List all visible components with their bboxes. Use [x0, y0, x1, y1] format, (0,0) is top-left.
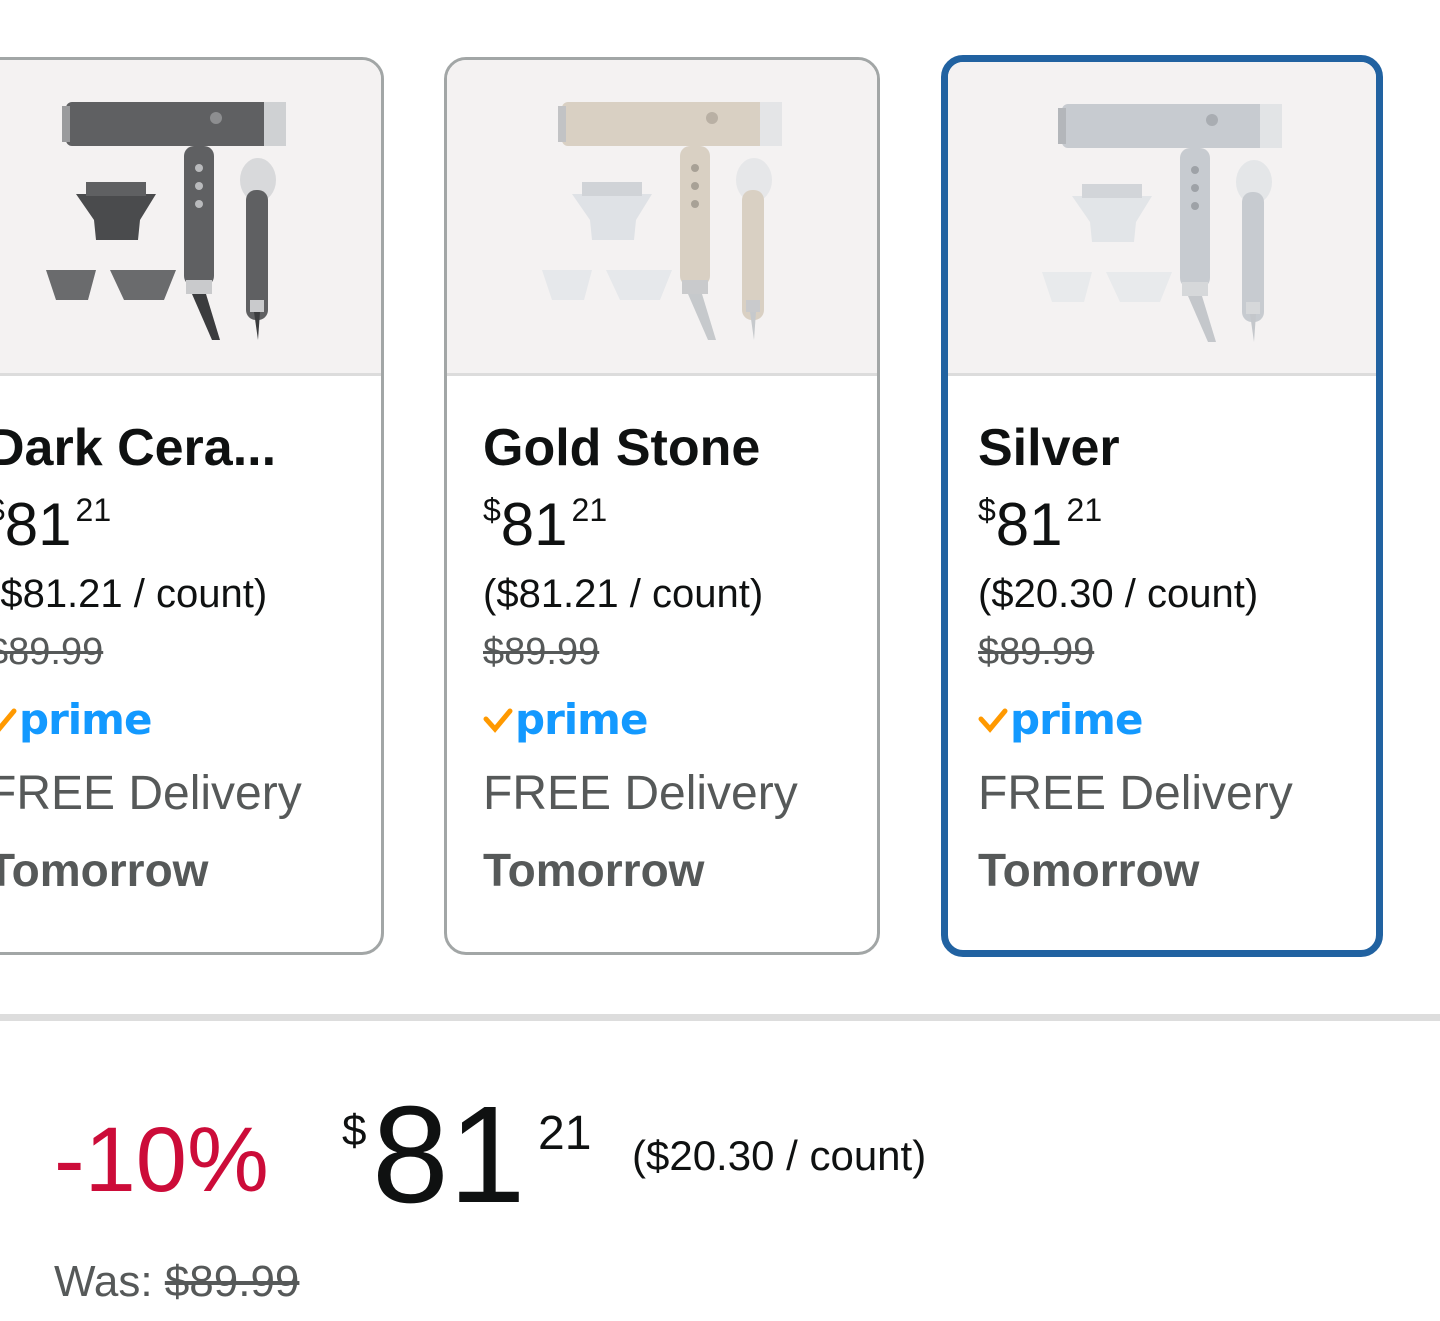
price-symbol: $ — [483, 492, 501, 528]
price-whole: 81 — [4, 491, 72, 558]
price-symbol: $ — [978, 492, 996, 528]
variant-card-dark-ceramic[interactable]: Dark Cera... $8121 ($81.21 / count) $89.… — [0, 57, 384, 955]
section-divider — [0, 1014, 1440, 1021]
prime-badge: prime — [978, 696, 1376, 744]
was-price-line: Was: $89.99 — [54, 1252, 299, 1312]
delivery-when: Tomorrow — [483, 844, 705, 896]
discount-percent: -10% — [54, 1109, 269, 1211]
unit-price: ($20.30 / count) — [978, 572, 1259, 616]
unit-price: ($81.21 / count) — [0, 572, 268, 616]
variant-name: Silver — [978, 419, 1120, 477]
main-unit-price: ($20.30 / count) — [632, 1132, 927, 1179]
was-price: $89.99 — [164, 1257, 300, 1306]
variant-pricing-view: Dark Cera... $8121 ($81.21 / count) $89.… — [0, 0, 1440, 1321]
prime-label: prime — [1010, 695, 1143, 744]
delivery-when: Tomorrow — [978, 844, 1200, 896]
prime-check-icon — [0, 708, 17, 732]
product-image — [0, 60, 381, 376]
delivery-text: FREE Delivery — [483, 767, 798, 820]
delivery-when: Tomorrow — [0, 844, 209, 896]
price-whole: 81 — [995, 491, 1063, 558]
variant-name: Dark Cera... — [0, 419, 277, 477]
unit-price: ($81.21 / count) — [483, 572, 764, 616]
prime-badge: prime — [0, 696, 381, 744]
delivery-text: FREE Delivery — [978, 767, 1293, 820]
variant-price: $8121 — [483, 490, 877, 558]
hair-dryer-icon — [46, 102, 286, 340]
prime-check-icon — [978, 708, 1008, 733]
main-price-symbol: $ — [342, 1106, 367, 1155]
list-price: $89.99 — [978, 631, 1095, 673]
prime-label: prime — [515, 695, 648, 744]
price-fraction: 21 — [75, 492, 112, 528]
hair-dryer-icon — [1042, 104, 1282, 342]
hair-dryer-icon — [542, 102, 782, 340]
main-price-whole: 81 — [372, 1078, 526, 1232]
variant-price: $8121 — [978, 490, 1376, 558]
price-fraction: 21 — [1066, 492, 1103, 528]
variant-name: Gold Stone — [483, 419, 761, 477]
list-price: $89.99 — [0, 631, 104, 673]
price-whole: 81 — [500, 491, 568, 558]
price-fraction: 21 — [571, 492, 608, 528]
main-price-fraction: 21 — [538, 1107, 592, 1160]
product-image — [447, 60, 877, 376]
prime-check-icon — [483, 708, 513, 733]
variant-card-silver[interactable]: Silver $81 21 ($20.30 / count) $89.99 pri… — [941, 55, 1383, 957]
variant-price: $8121 — [0, 490, 381, 558]
was-label: Was: — [54, 1257, 153, 1306]
product-image — [948, 62, 1376, 376]
prime-badge: prime — [483, 696, 877, 744]
prime-label: prime — [19, 695, 152, 744]
list-price: $89.99 — [483, 631, 600, 673]
delivery-text: FREE Delivery — [0, 767, 302, 820]
variant-card-gold-stone[interactable]: Gold Stone $81 21 ($81.21 / count) $89.99… — [444, 57, 880, 955]
